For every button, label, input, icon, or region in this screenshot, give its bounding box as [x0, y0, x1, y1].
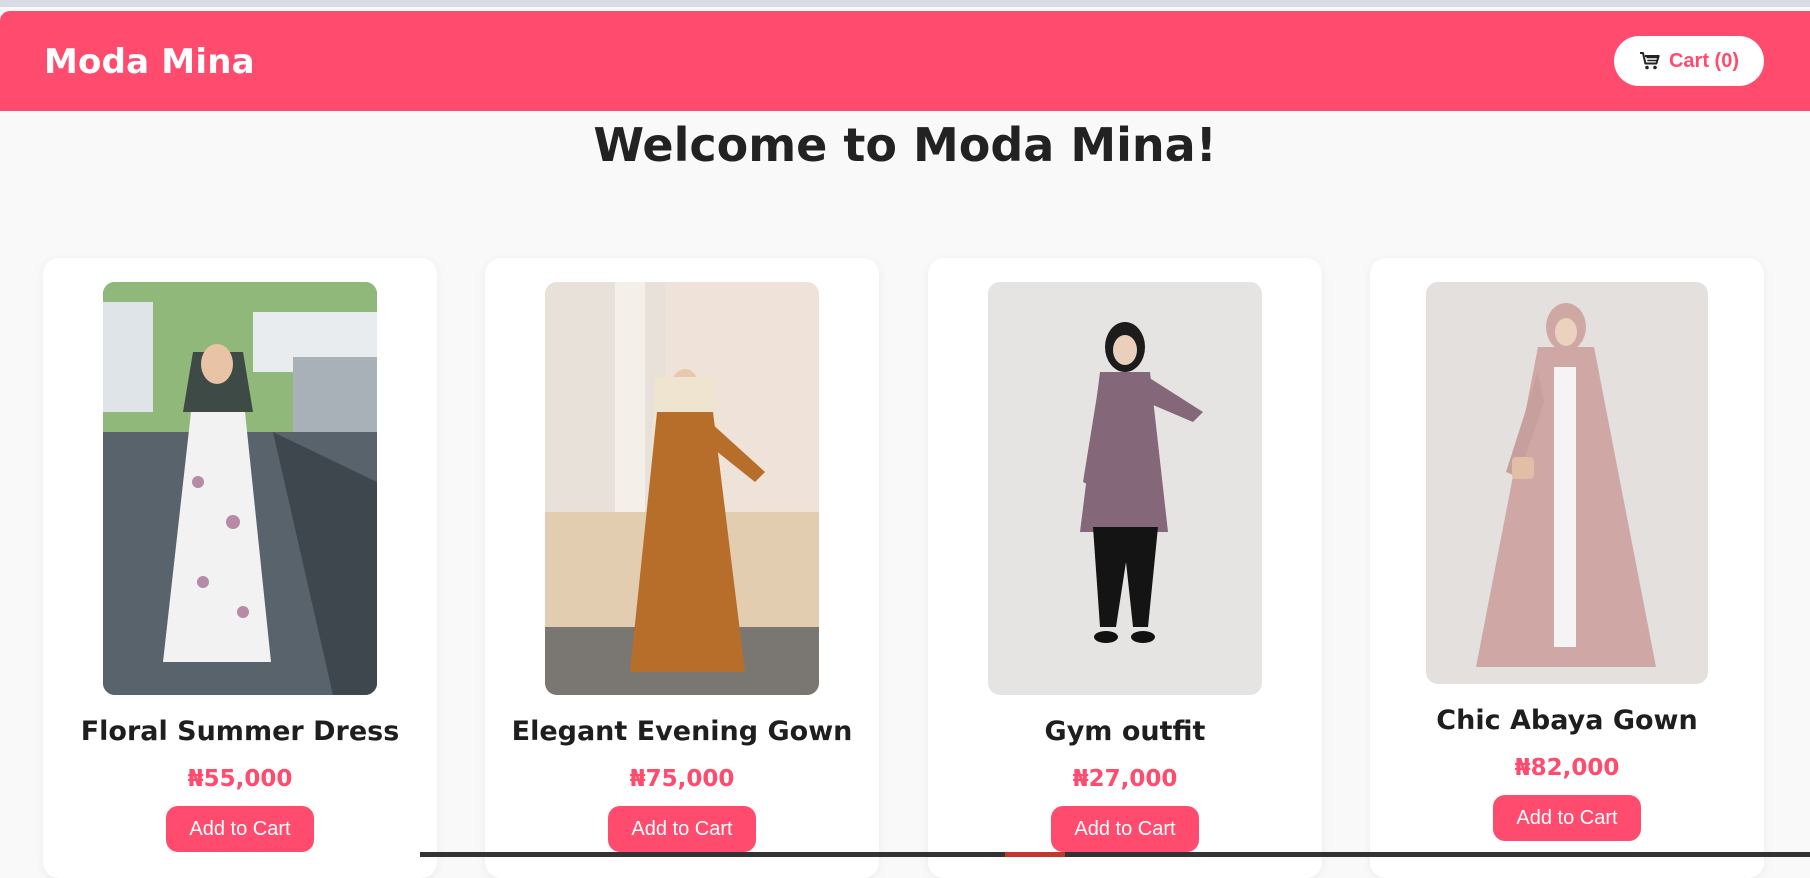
product-name: Elegant Evening Gown [511, 716, 853, 747]
product-price: ₦82,000 [1514, 755, 1620, 781]
product-card: Chic Abaya Gown ₦82,000 Add to Cart [1370, 258, 1764, 878]
cart-button[interactable]: Cart (0) [1614, 36, 1764, 86]
add-to-cart-button[interactable]: Add to Cart [1051, 806, 1199, 852]
add-to-cart-button[interactable]: Add to Cart [1493, 795, 1641, 841]
product-name: Gym outfit [1044, 716, 1206, 747]
product-price: ₦55,000 [187, 766, 293, 792]
product-price: ₦75,000 [629, 766, 735, 792]
site-header: Moda Mina Cart (0) [0, 11, 1810, 111]
browser-top-strip [0, 0, 1810, 7]
product-card: Elegant Evening Gown ₦75,000 Add to Cart [485, 258, 879, 878]
product-image-gym-outfit[interactable] [988, 282, 1262, 695]
product-price: ₦27,000 [1072, 766, 1178, 792]
product-card: Floral Summer Dress ₦55,000 Add to Cart [43, 258, 437, 878]
add-to-cart-button[interactable]: Add to Cart [166, 806, 314, 852]
shopping-cart-icon [1639, 51, 1661, 71]
product-name: Chic Abaya Gown [1436, 705, 1698, 736]
brand-logo[interactable]: Moda Mina [44, 42, 255, 82]
product-image-abaya-gown[interactable] [1426, 282, 1708, 684]
product-grid: Floral Summer Dress ₦55,000 Add to Cart … [43, 258, 1765, 878]
cart-label: Cart (0) [1668, 49, 1739, 72]
product-image-evening-gown[interactable] [545, 282, 819, 695]
product-name: Floral Summer Dress [80, 716, 400, 747]
product-image-floral-dress[interactable] [103, 282, 377, 695]
page-title: Welcome to Moda Mina! [593, 118, 1217, 172]
product-card: Gym outfit ₦27,000 Add to Cart [928, 258, 1322, 878]
taskbar-active-indicator [1005, 852, 1065, 857]
add-to-cart-button[interactable]: Add to Cart [608, 806, 756, 852]
taskbar-strip [420, 852, 1810, 857]
